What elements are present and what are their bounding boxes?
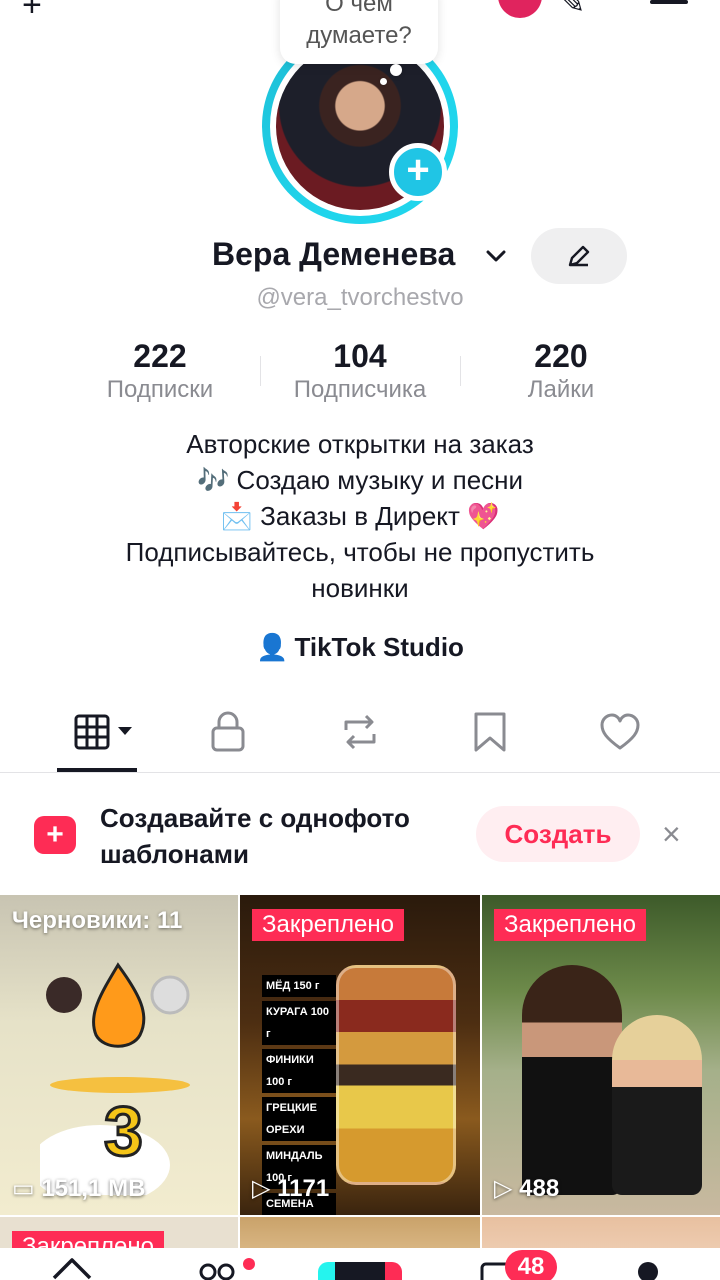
following-count[interactable]: 222 — [60, 338, 260, 375]
drafts-size: ▭ 151,1 MB — [12, 1175, 146, 1202]
profile-name[interactable]: Вера Деменева — [212, 236, 455, 273]
close-icon[interactable]: × — [662, 816, 681, 853]
heart-icon[interactable] — [598, 710, 642, 754]
template-icon: + — [34, 816, 76, 854]
likes-label: Лайки — [527, 376, 595, 403]
followers-count[interactable]: 104 — [260, 338, 460, 375]
svg-text:3: 3 — [104, 1092, 143, 1170]
caret-down-icon[interactable] — [116, 724, 134, 738]
friends-icon[interactable] — [198, 1260, 242, 1280]
avatar-small[interactable] — [498, 0, 542, 18]
view-count: ▷ 488 — [494, 1175, 560, 1202]
add-story-icon[interactable]: + — [389, 143, 447, 201]
notification-dot — [243, 1258, 255, 1270]
pinned-badge: Закреплено — [252, 909, 404, 941]
username: @vera_tvorchestvo — [256, 284, 464, 311]
drafts-label: Черновики: 11 — [12, 907, 183, 934]
menu-icon[interactable] — [650, 0, 688, 4]
bubble-line1: О чем — [325, 0, 393, 17]
add-icon[interactable]: + — [22, 0, 42, 25]
banner-text: Создавайте с однофото шаблонами — [100, 803, 410, 869]
inbox-badge: 48 — [505, 1250, 557, 1280]
tiktok-studio-link[interactable]: 👤 TikTok Studio — [0, 632, 720, 663]
drafts-illustration: 3 — [40, 962, 190, 1195]
studio-icon: 👤 — [256, 632, 289, 662]
create-video-button[interactable] — [318, 1262, 402, 1280]
bubble-line2: думаете? — [306, 22, 412, 49]
profile-icon[interactable] — [638, 1262, 658, 1280]
home-icon[interactable] — [50, 1256, 94, 1280]
following-label[interactable]: Подписки — [60, 376, 260, 404]
pinned-badge: Закреплено — [494, 909, 646, 941]
video-tile[interactable]: МЁД 150 г КУРАГА 100 г ФИНИКИ 100 г ГРЕЦ… — [240, 895, 480, 1215]
chevron-down-icon[interactable] — [484, 244, 508, 268]
followers-label[interactable]: Подписчика — [260, 376, 460, 404]
grid-icon[interactable] — [72, 710, 116, 754]
bookmark-icon[interactable] — [468, 710, 512, 754]
view-count: ▷ 1171 — [252, 1175, 330, 1202]
child-image — [612, 1015, 702, 1195]
create-button[interactable]: Создать — [476, 806, 640, 862]
drafts-tile[interactable]: 3 Черновики: 11 ▭ 151,1 MB — [0, 895, 238, 1215]
jar-image — [336, 965, 456, 1185]
pencil-icon — [568, 245, 590, 267]
edit-profile-button[interactable] — [531, 228, 627, 284]
video-tile[interactable]: Закреплено ▷ 488 — [482, 895, 720, 1215]
repost-icon[interactable] — [338, 710, 382, 754]
edit-icon[interactable]: ✎ — [560, 0, 585, 21]
bio: Авторские открытки на заказ 🎶 Создаю муз… — [125, 429, 595, 603]
thought-bubble[interactable]: О чем думаете? — [280, 0, 438, 64]
lock-icon[interactable] — [206, 710, 250, 754]
person-image — [522, 965, 622, 1195]
likes-count: 220 — [534, 338, 588, 374]
